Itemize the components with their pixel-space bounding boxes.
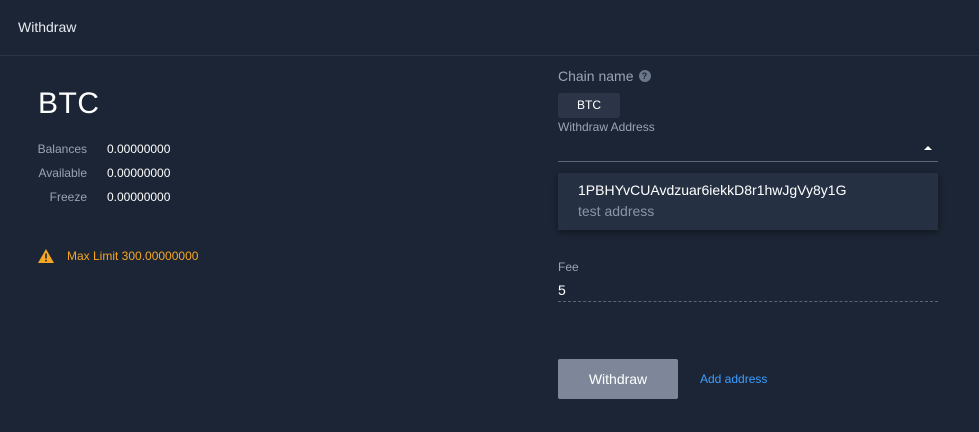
caret-up-icon <box>924 146 932 150</box>
chain-name-label: Chain name ? <box>558 68 651 84</box>
page-header: Withdraw <box>0 0 979 56</box>
add-address-link[interactable]: Add address <box>700 372 767 386</box>
asset-symbol: BTC <box>38 87 100 120</box>
balance-row-balances: Balances 0.00000000 <box>0 142 260 158</box>
chain-chip-btc[interactable]: BTC <box>558 93 620 118</box>
balance-row-available: Available 0.00000000 <box>0 166 260 182</box>
address-option[interactable]: 1PBHYvCUAvdzuar6iekkD8r1hwJgVy8y1G test … <box>558 173 938 230</box>
address-option-note: test address <box>578 203 655 219</box>
balance-value: 0.00000000 <box>107 142 171 156</box>
question-icon[interactable]: ? <box>638 70 651 82</box>
address-dropdown: 1PBHYvCUAvdzuar6iekkD8r1hwJgVy8y1G test … <box>558 173 938 230</box>
freeze-value: 0.00000000 <box>107 190 171 204</box>
chain-name-text: Chain name <box>558 68 634 84</box>
fee-input[interactable] <box>558 278 938 302</box>
warning-icon <box>38 249 54 263</box>
balance-row-freeze: Freeze 0.00000000 <box>0 190 260 206</box>
available-label: Available <box>38 166 87 180</box>
freeze-label: Freeze <box>49 190 87 204</box>
page-title: Withdraw <box>18 19 77 35</box>
address-option-value: 1PBHYvCUAvdzuar6iekkD8r1hwJgVy8y1G <box>578 182 847 198</box>
withdraw-panel: BTC Balances 0.00000000 Available 0.0000… <box>0 57 979 432</box>
withdraw-address-select[interactable] <box>558 133 938 162</box>
max-limit-text: Max Limit 300.00000000 <box>67 249 199 263</box>
available-value: 0.00000000 <box>107 166 171 180</box>
withdraw-address-label: Withdraw Address <box>558 120 655 134</box>
balance-label: Balances <box>37 142 87 156</box>
withdraw-button[interactable]: Withdraw <box>558 359 678 399</box>
fee-label: Fee <box>558 260 579 274</box>
max-limit-warning: Max Limit 300.00000000 <box>38 248 198 264</box>
